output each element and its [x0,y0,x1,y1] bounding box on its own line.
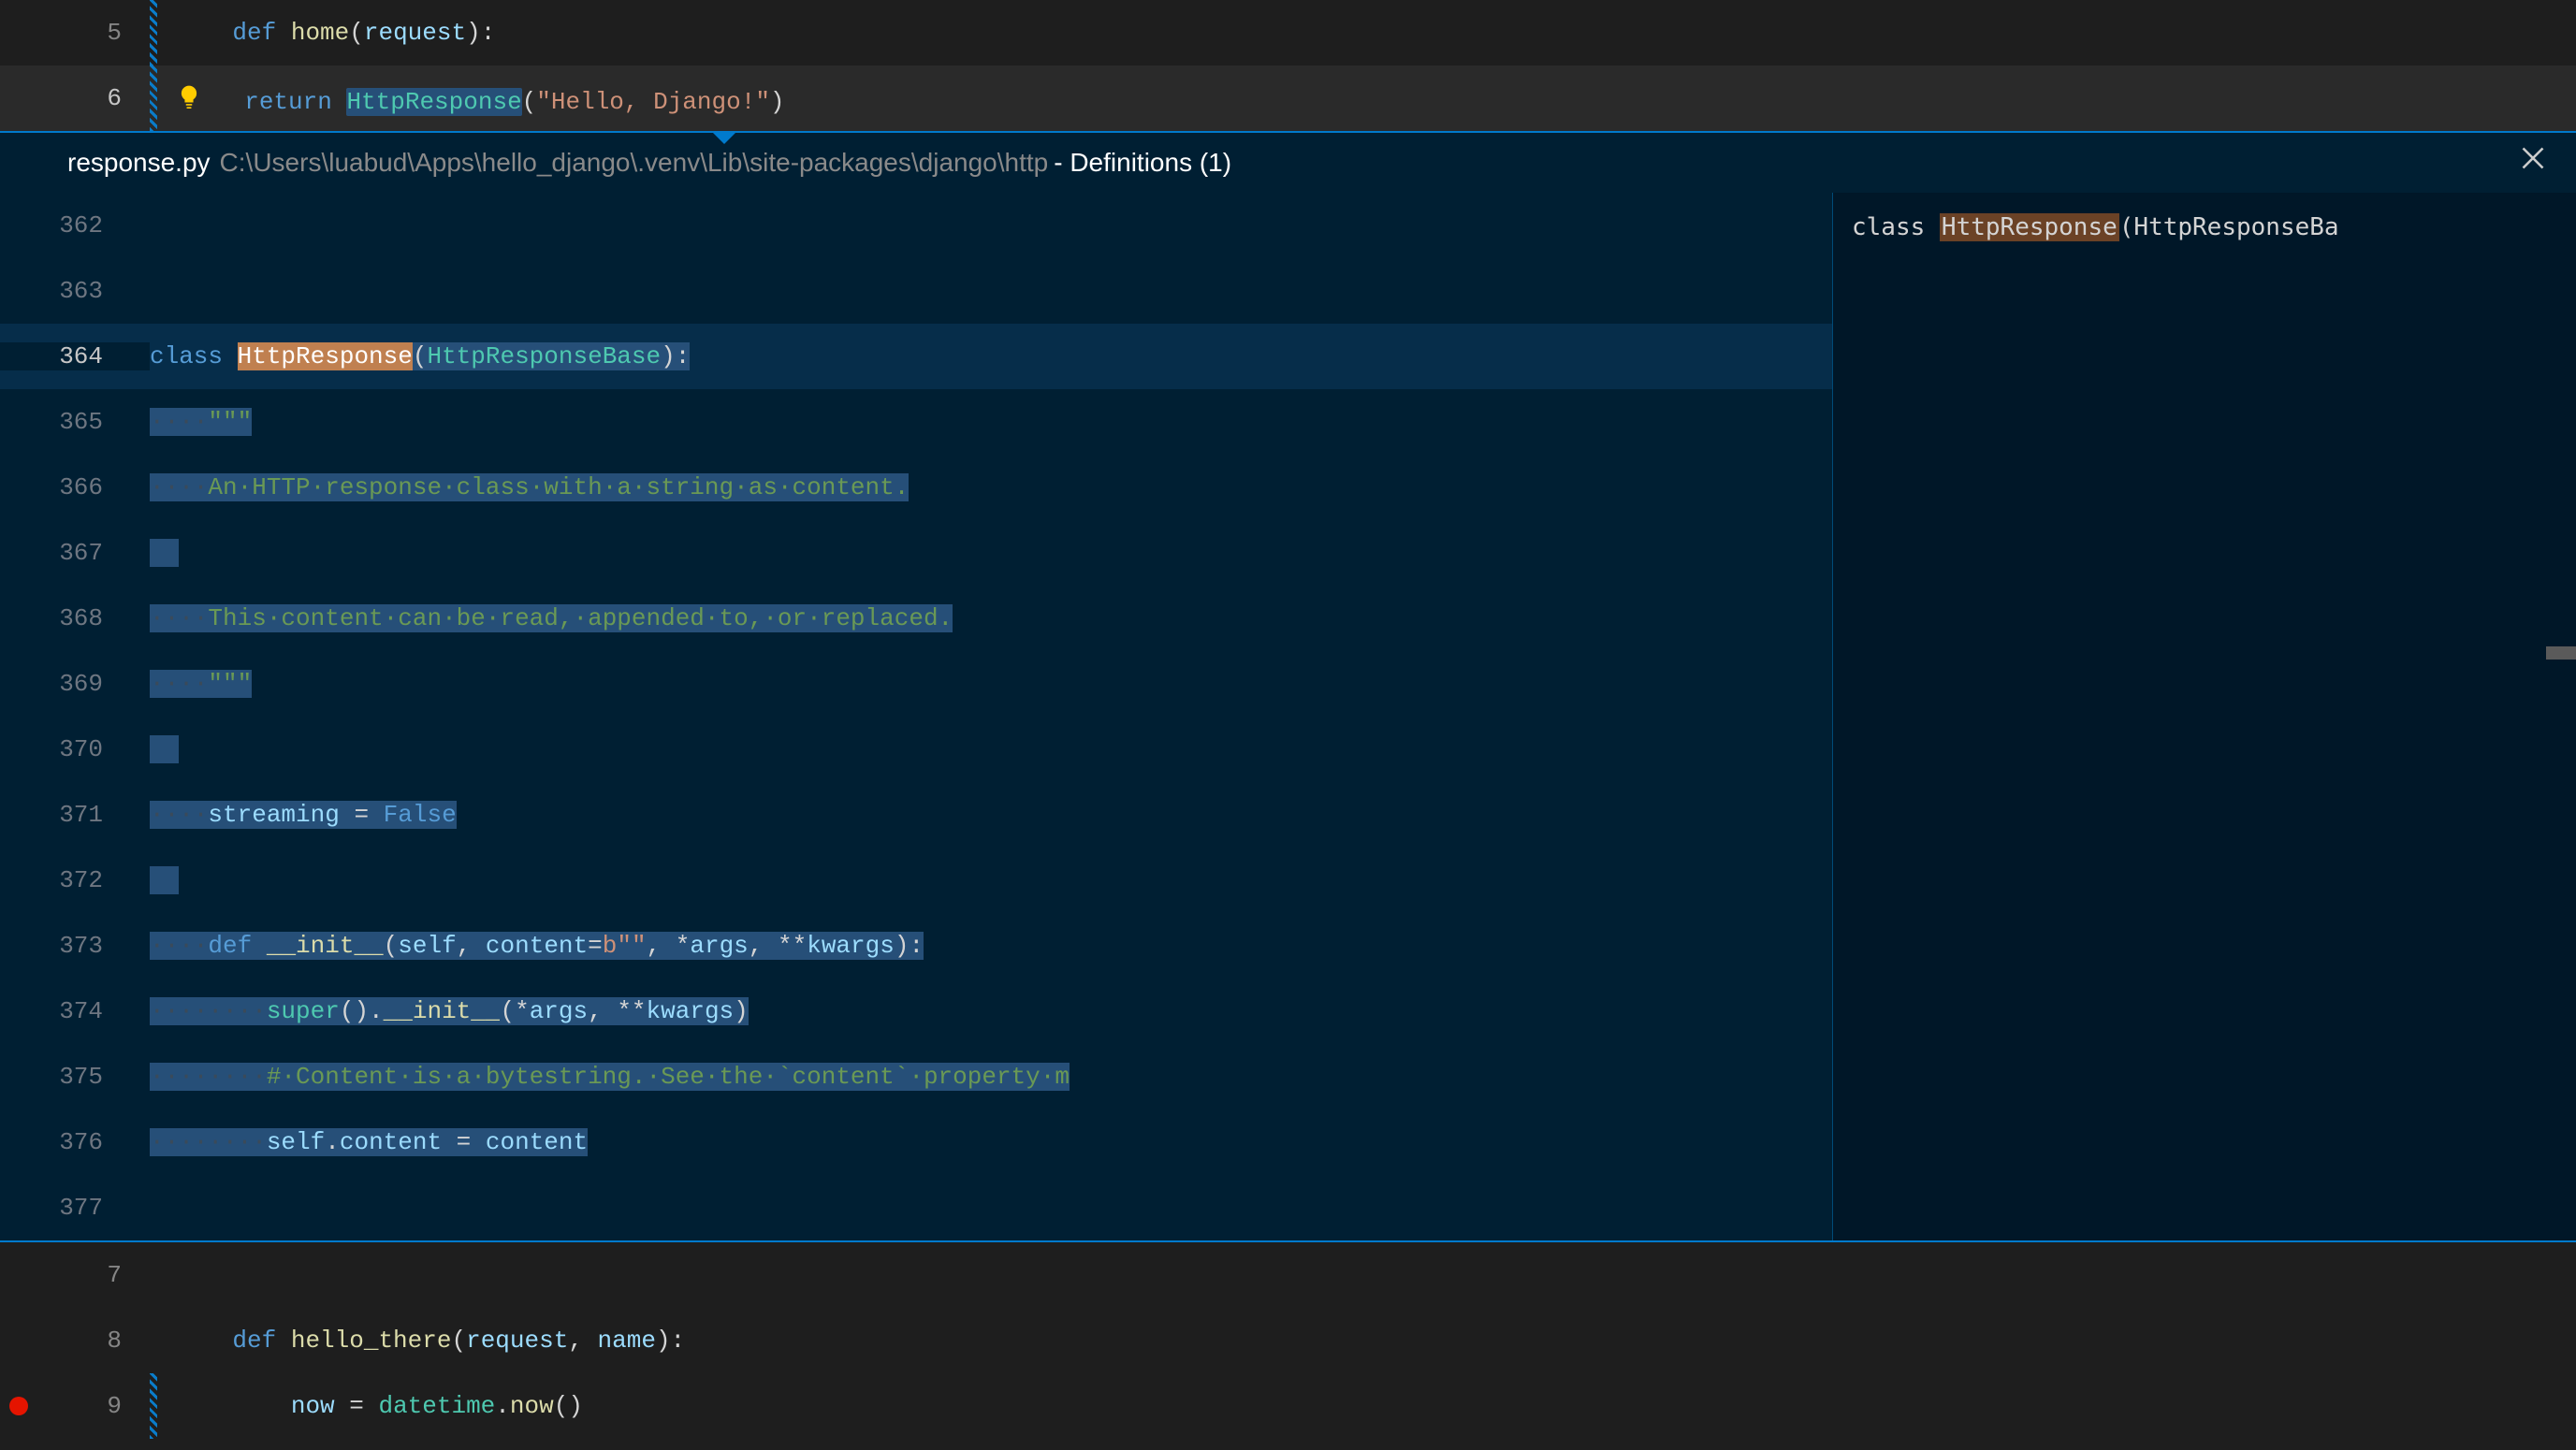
reference-prefix: class [1852,213,1940,241]
peek-code-line[interactable]: 365····""" [0,389,1832,455]
peek-code-line[interactable]: 374········super().__init__(*args, **kwa… [0,979,1832,1044]
peek-filepath: C:\Users\luabud\Apps\hello_django\.venv\… [220,148,1049,178]
code-editor: 5 def home(request):6 return HttpRespons… [0,0,2576,1450]
code-content[interactable] [150,735,1832,763]
peek-code-line[interactable]: 368····This·content·can·be·read,·appende… [0,586,1832,651]
code-line[interactable]: 8 def hello_there(request, name): [0,1308,2576,1373]
modified-indicator [150,65,157,131]
peek-code-line[interactable]: 375········#·Content·is·a·bytestring.·Se… [0,1044,1832,1109]
code-content[interactable]: ····streaming = False [150,801,1832,829]
minimap-scroll-indicator[interactable] [2546,646,2576,660]
line-number: 363 [0,277,150,305]
peek-code-line[interactable]: 376········self.content = content [0,1109,1832,1175]
line-number: 368 [0,604,150,632]
line-number: 370 [0,735,150,763]
lightbulb-icon[interactable] [174,81,204,111]
line-number: 8 [37,1327,150,1355]
close-icon[interactable] [2509,141,2557,184]
code-content[interactable]: ····""" [150,408,1832,436]
peek-code-line[interactable]: 363 [0,258,1832,324]
code-line[interactable]: 9 now = datetime.now() [0,1373,2576,1439]
peek-filename: response.py [67,148,211,178]
code-content[interactable]: ····def __init__(self, content=b"", *arg… [150,932,1832,960]
code-content[interactable]: def hello_there(request, name): [174,1327,2576,1355]
peek-definitions-count: - Definitions (1) [1054,148,1231,178]
reference-highlight: HttpResponse [1940,213,2119,241]
peek-body: 362363364class HttpResponse(HttpResponse… [0,193,2576,1240]
code-content[interactable]: class HttpResponse(HttpResponseBase): [150,342,1832,370]
peek-reference-item[interactable]: class HttpResponse(HttpResponseBa [1833,206,2576,249]
line-number: 6 [37,84,150,112]
peek-code-line[interactable]: 377 [0,1175,1832,1240]
modified-indicator [150,1308,157,1373]
peek-triangle-indicator [711,131,737,144]
line-number: 375 [0,1063,150,1091]
line-number: 372 [0,866,150,894]
main-editor-bottom[interactable]: 7 8 def hello_there(request, name):9 now… [0,1242,2576,1439]
line-number: 362 [0,211,150,239]
line-number: 373 [0,932,150,960]
line-number: 365 [0,408,150,436]
peek-code-line[interactable]: 366····An·HTTP·response·class·with·a·str… [0,455,1832,520]
code-content[interactable]: def home(request): [174,19,2576,47]
modified-indicator [150,0,157,65]
line-number: 377 [0,1194,150,1222]
code-content[interactable]: ········super().__init__(*args, **kwargs… [150,997,1832,1025]
peek-references-sidebar[interactable]: class HttpResponse(HttpResponseBa [1832,193,2576,1240]
peek-code-line[interactable]: 370 [0,717,1832,782]
peek-code-area[interactable]: 362 363 364class HttpResponse(HttpResponse… [0,193,1832,1240]
line-number: 5 [37,19,150,47]
line-number: 7 [37,1261,150,1289]
code-content[interactable]: ····This·content·can·be·read,·appended·t… [150,604,1832,632]
code-content[interactable]: ········self.content = content [150,1128,1832,1156]
peek-code-line[interactable]: 372 [0,848,1832,913]
code-content[interactable]: return HttpResponse("Hello, Django!") [174,81,2576,116]
peek-code-line[interactable]: 362 [0,193,1832,258]
code-content[interactable]: ····""" [150,670,1832,698]
code-content[interactable] [174,1261,2576,1289]
code-content[interactable] [150,866,1832,894]
code-content[interactable]: ····An·HTTP·response·class·with·a·string… [150,473,1832,501]
line-number: 367 [0,539,150,567]
code-content[interactable]: now = datetime.now() [174,1392,2576,1420]
line-number: 369 [0,670,150,698]
line-number: 371 [0,801,150,829]
line-number: 374 [0,997,150,1025]
line-number: 364 [0,342,150,370]
modified-indicator [150,1242,157,1308]
breakpoint-icon[interactable] [9,1397,28,1415]
modified-indicator [150,1373,157,1439]
main-editor-top[interactable]: 5 def home(request):6 return HttpRespons… [0,0,2576,131]
code-line[interactable]: 5 def home(request): [0,0,2576,65]
peek-code-line[interactable]: 367 [0,520,1832,586]
code-line[interactable]: 6 return HttpResponse("Hello, Django!") [0,65,2576,131]
line-number: 376 [0,1128,150,1156]
peek-header: response.py C:\Users\luabud\Apps\hello_d… [0,133,2576,193]
peek-code-line[interactable]: 364class HttpResponse(HttpResponseBase): [0,324,1832,389]
reference-suffix: (HttpResponseBa [2119,213,2339,241]
line-number: 366 [0,473,150,501]
code-content[interactable]: ········#·Content·is·a·bytestring.·See·t… [150,1063,1832,1091]
peek-code-line[interactable]: 371····streaming = False [0,782,1832,848]
peek-definition-window: response.py C:\Users\luabud\Apps\hello_d… [0,131,2576,1242]
breakpoint-gutter[interactable] [0,1397,37,1415]
code-content[interactable] [150,539,1832,567]
peek-code-line[interactable]: 373····def __init__(self, content=b"", *… [0,913,1832,979]
code-line[interactable]: 7 [0,1242,2576,1308]
line-number: 9 [37,1392,150,1420]
peek-code-line[interactable]: 369····""" [0,651,1832,717]
